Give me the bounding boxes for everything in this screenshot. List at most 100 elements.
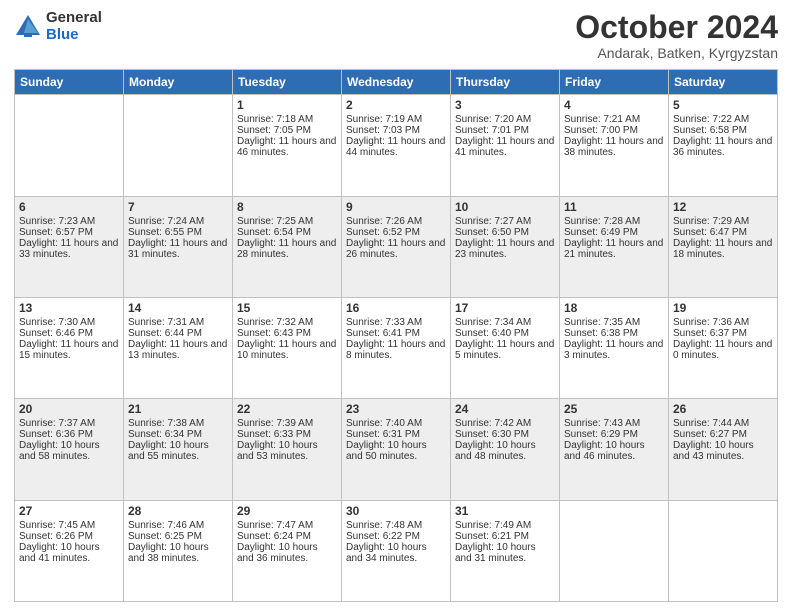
daylight-text: Daylight: 10 hours and 43 minutes. [673, 440, 773, 462]
table-cell: 12 Sunrise: 7:29 AMSunset: 6:47 PMDayligh… [669, 196, 778, 297]
sunset-text: Sunset: 6:54 PM [237, 227, 337, 238]
daylight-text: Daylight: 11 hours and 38 minutes. [564, 136, 664, 158]
sunrise-text: Sunrise: 7:29 AM [673, 216, 773, 227]
col-thursday: Thursday [451, 70, 560, 95]
sunset-text: Sunset: 6:31 PM [346, 429, 446, 440]
sunrise-text: Sunrise: 7:25 AM [237, 216, 337, 227]
sunrise-text: Sunrise: 7:38 AM [128, 418, 228, 429]
table-cell [124, 95, 233, 196]
table-cell: 13Sunrise: 7:30 AMSunset: 6:46 PMDayligh… [15, 297, 124, 398]
day-number: 2 [346, 98, 446, 112]
day-number: 29 [237, 504, 337, 518]
sunset-text: Sunset: 6:55 PM [128, 227, 228, 238]
logo: General Blue [14, 10, 102, 43]
sunrise-text: Sunrise: 7:28 AM [564, 216, 664, 227]
sunset-text: Sunset: 6:36 PM [19, 429, 119, 440]
day-number: 1 [237, 98, 337, 112]
daylight-text: Daylight: 11 hours and 15 minutes. [19, 339, 119, 361]
sunset-text: Sunset: 6:40 PM [455, 328, 555, 339]
location-subtitle: Andarak, Batken, Kyrgyzstan [575, 45, 778, 61]
sunrise-text: Sunrise: 7:37 AM [19, 418, 119, 429]
daylight-text: Daylight: 11 hours and 28 minutes. [237, 238, 337, 260]
daylight-text: Daylight: 11 hours and 3 minutes. [564, 339, 664, 361]
daylight-text: Daylight: 10 hours and 34 minutes. [346, 542, 446, 564]
calendar-table: Sunday Monday Tuesday Wednesday Thursday… [14, 69, 778, 602]
daylight-text: Daylight: 11 hours and 5 minutes. [455, 339, 555, 361]
day-number: 10 [455, 200, 555, 214]
day-number: 8 [237, 200, 337, 214]
day-number: 12 [673, 200, 773, 214]
sunrise-text: Sunrise: 7:48 AM [346, 520, 446, 531]
daylight-text: Daylight: 11 hours and 31 minutes. [128, 238, 228, 260]
table-cell: 8 Sunrise: 7:25 AMSunset: 6:54 PMDaylight… [233, 196, 342, 297]
sunset-text: Sunset: 6:44 PM [128, 328, 228, 339]
sunrise-text: Sunrise: 7:20 AM [455, 114, 555, 125]
daylight-text: Daylight: 11 hours and 18 minutes. [673, 238, 773, 260]
table-cell: 22Sunrise: 7:39 AMSunset: 6:33 PMDayligh… [233, 399, 342, 500]
daylight-text: Daylight: 11 hours and 21 minutes. [564, 238, 664, 260]
day-number: 3 [455, 98, 555, 112]
daylight-text: Daylight: 11 hours and 26 minutes. [346, 238, 446, 260]
logo-blue-text: Blue [46, 27, 102, 44]
calendar-week-row: 6Sunrise: 7:23 AMSunset: 6:57 PMDaylight… [15, 196, 778, 297]
sunset-text: Sunset: 6:49 PM [564, 227, 664, 238]
month-title: October 2024 [575, 10, 778, 45]
day-number: 4 [564, 98, 664, 112]
sunrise-text: Sunrise: 7:19 AM [346, 114, 446, 125]
table-cell [669, 500, 778, 601]
sunrise-text: Sunrise: 7:18 AM [237, 114, 337, 125]
sunset-text: Sunset: 6:29 PM [564, 429, 664, 440]
table-cell: 4Sunrise: 7:21 AMSunset: 7:00 PMDaylight… [560, 95, 669, 196]
daylight-text: Daylight: 10 hours and 58 minutes. [19, 440, 119, 462]
table-cell: 1Sunrise: 7:18 AMSunset: 7:05 PMDaylight… [233, 95, 342, 196]
col-friday: Friday [560, 70, 669, 95]
table-cell: 28Sunrise: 7:46 AMSunset: 6:25 PMDayligh… [124, 500, 233, 601]
sunrise-text: Sunrise: 7:46 AM [128, 520, 228, 531]
sunset-text: Sunset: 6:58 PM [673, 125, 773, 136]
day-number: 7 [128, 200, 228, 214]
sunrise-text: Sunrise: 7:31 AM [128, 317, 228, 328]
sunrise-text: Sunrise: 7:26 AM [346, 216, 446, 227]
sunset-text: Sunset: 6:41 PM [346, 328, 446, 339]
sunset-text: Sunset: 6:46 PM [19, 328, 119, 339]
sunset-text: Sunset: 7:01 PM [455, 125, 555, 136]
day-number: 9 [346, 200, 446, 214]
sunrise-text: Sunrise: 7:49 AM [455, 520, 555, 531]
sunrise-text: Sunrise: 7:45 AM [19, 520, 119, 531]
table-cell: 15Sunrise: 7:32 AMSunset: 6:43 PMDayligh… [233, 297, 342, 398]
day-number: 22 [237, 402, 337, 416]
table-cell: 7Sunrise: 7:24 AMSunset: 6:55 PMDaylight… [124, 196, 233, 297]
table-cell: 29Sunrise: 7:47 AMSunset: 6:24 PMDayligh… [233, 500, 342, 601]
daylight-text: Daylight: 11 hours and 41 minutes. [455, 136, 555, 158]
daylight-text: Daylight: 11 hours and 23 minutes. [455, 238, 555, 260]
table-cell: 6Sunrise: 7:23 AMSunset: 6:57 PMDaylight… [15, 196, 124, 297]
sunset-text: Sunset: 6:47 PM [673, 227, 773, 238]
logo-text: General Blue [46, 10, 102, 43]
table-cell: 31Sunrise: 7:49 AMSunset: 6:21 PMDayligh… [451, 500, 560, 601]
sunset-text: Sunset: 7:00 PM [564, 125, 664, 136]
daylight-text: Daylight: 10 hours and 41 minutes. [19, 542, 119, 564]
sunrise-text: Sunrise: 7:39 AM [237, 418, 337, 429]
table-cell: 24Sunrise: 7:42 AMSunset: 6:30 PMDayligh… [451, 399, 560, 500]
daylight-text: Daylight: 10 hours and 55 minutes. [128, 440, 228, 462]
sunset-text: Sunset: 6:27 PM [673, 429, 773, 440]
logo-icon [14, 13, 42, 41]
sunset-text: Sunset: 6:52 PM [346, 227, 446, 238]
table-cell: 16Sunrise: 7:33 AMSunset: 6:41 PMDayligh… [342, 297, 451, 398]
page: General Blue October 2024 Andarak, Batke… [0, 0, 792, 612]
sunset-text: Sunset: 7:03 PM [346, 125, 446, 136]
daylight-text: Daylight: 10 hours and 53 minutes. [237, 440, 337, 462]
sunrise-text: Sunrise: 7:32 AM [237, 317, 337, 328]
table-cell: 23Sunrise: 7:40 AMSunset: 6:31 PMDayligh… [342, 399, 451, 500]
day-number: 26 [673, 402, 773, 416]
table-cell: 20Sunrise: 7:37 AMSunset: 6:36 PMDayligh… [15, 399, 124, 500]
day-number: 13 [19, 301, 119, 315]
calendar-week-row: 20Sunrise: 7:37 AMSunset: 6:36 PMDayligh… [15, 399, 778, 500]
sunset-text: Sunset: 6:34 PM [128, 429, 228, 440]
daylight-text: Daylight: 10 hours and 36 minutes. [237, 542, 337, 564]
day-number: 30 [346, 504, 446, 518]
header: General Blue October 2024 Andarak, Batke… [14, 10, 778, 61]
col-monday: Monday [124, 70, 233, 95]
daylight-text: Daylight: 11 hours and 46 minutes. [237, 136, 337, 158]
day-number: 27 [19, 504, 119, 518]
